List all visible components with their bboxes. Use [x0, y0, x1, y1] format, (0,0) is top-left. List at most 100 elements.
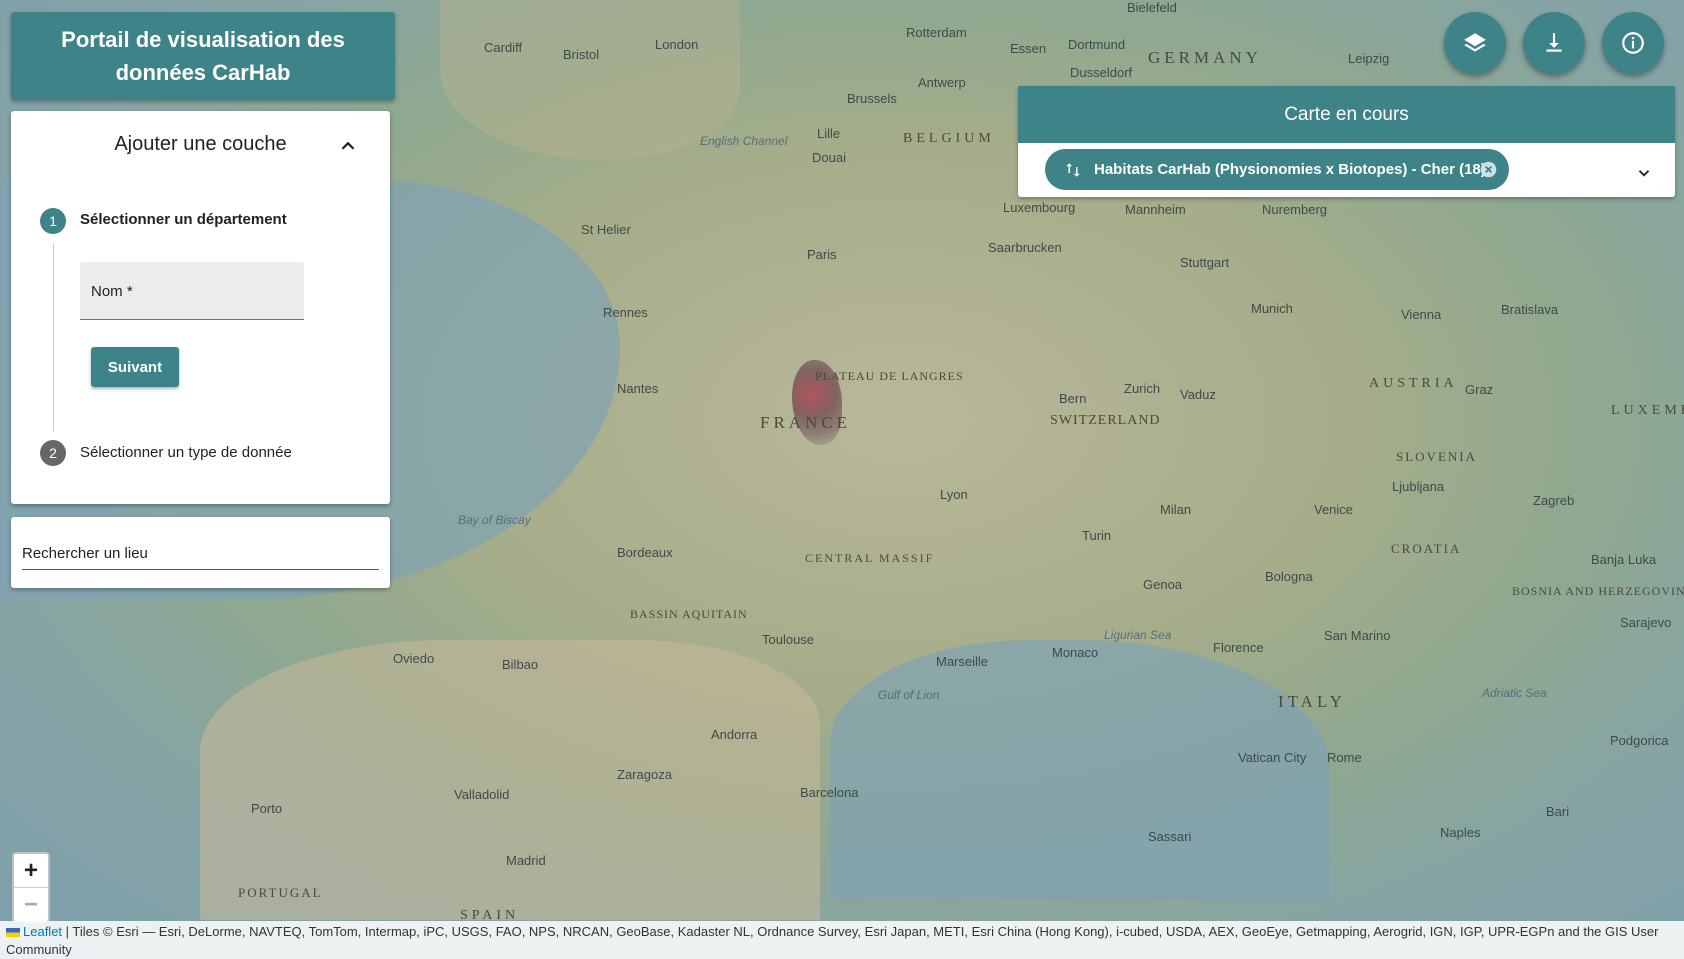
map-label-city: Andorra	[711, 727, 758, 742]
map-label-city: Rome	[1327, 750, 1362, 765]
map-label-country: FRANCE	[760, 413, 852, 432]
map-label-country: GERMANY	[1148, 48, 1262, 67]
map-label-country: ITALY	[1278, 692, 1346, 711]
map-label-country: BOSNIA AND HERZEGOVINA	[1512, 584, 1684, 598]
map-label-city: London	[655, 37, 699, 52]
mediterranean-sea	[830, 640, 1330, 900]
map-label-region: BASSIN AQUITAIN	[630, 607, 748, 621]
map-label-city: Sassari	[1148, 829, 1192, 844]
page-title: Portail de visualisation des données Car…	[11, 12, 395, 100]
step-1-label[interactable]: Sélectionner un département	[80, 211, 287, 228]
map-label-city: Leipzig	[1348, 51, 1390, 66]
map-label-city: Brussels	[847, 91, 897, 106]
map-label-city: Lyon	[940, 487, 968, 502]
map-label-city: Turin	[1082, 528, 1112, 543]
map-label-city: Toulouse	[762, 632, 815, 647]
layer-chip[interactable]: Habitats CarHab (Physionomies x Biotopes…	[1045, 149, 1509, 190]
info-icon	[1622, 32, 1644, 54]
chevron-down-icon[interactable]	[1635, 164, 1653, 182]
map-label-region: CENTRAL MASSIF	[805, 551, 935, 565]
map-label-city: Banja Luka	[1591, 552, 1657, 567]
layers-icon	[1464, 33, 1486, 52]
layers-button[interactable]	[1444, 12, 1506, 74]
map-label-city: Douai	[812, 150, 846, 165]
step-2-number: 2	[40, 440, 66, 466]
map-label-city: Saarbrucken	[988, 240, 1062, 255]
ukraine-flag-icon	[6, 928, 20, 938]
map-label-city: Bratislava	[1501, 302, 1559, 317]
map-label-city: Venice	[1314, 502, 1354, 517]
map-label-city: Bilbao	[502, 657, 539, 672]
leaflet-link[interactable]: Leaflet	[23, 924, 62, 939]
map-label-city: Bordeaux	[617, 545, 673, 560]
map-label-city: Nuremberg	[1262, 202, 1328, 217]
layer-chip-label: Habitats CarHab (Physionomies x Biotopes…	[1094, 161, 1486, 178]
place-search-input[interactable]: Rechercher un lieu	[22, 545, 379, 570]
map-label-city: Munich	[1251, 301, 1293, 316]
place-search-panel: Rechercher un lieu	[11, 517, 390, 588]
iberia-land	[200, 640, 820, 920]
map-label-city: Paris	[807, 247, 837, 262]
zoom-out-button[interactable]: −	[14, 888, 48, 921]
map-label-city: Porto	[251, 801, 283, 816]
map-label-city: Antwerp	[918, 75, 966, 90]
current-map-panel: Carte en cours Habitats CarHab (Physiono…	[1018, 86, 1675, 197]
map-label-city: Sarajevo	[1620, 615, 1672, 630]
reorder-icon[interactable]	[1064, 160, 1082, 180]
map-label-country: SLOVENIA	[1396, 449, 1477, 464]
download-icon	[1546, 33, 1562, 52]
map-label-city: Genoa	[1143, 577, 1183, 592]
map-label-city: Podgorica	[1610, 733, 1669, 748]
zoom-control: + −	[12, 852, 50, 923]
map-label-country: AUSTRIA	[1369, 376, 1458, 391]
add-layer-title[interactable]: Ajouter une couche	[11, 133, 390, 156]
remove-layer-icon[interactable]	[1480, 161, 1497, 178]
map-label-city: Oviedo	[393, 651, 435, 666]
map-label-sea: Adriatic Sea	[1482, 686, 1547, 700]
map-label-city: Stuttgart	[1180, 255, 1230, 270]
map-label-city: Luxembourg	[1003, 200, 1076, 215]
map-label-city: Milan	[1160, 502, 1192, 517]
map-label-city: Vaduz	[1180, 387, 1216, 402]
map-label-sea: English Channel	[700, 134, 788, 148]
map-label-city: Zagreb	[1533, 493, 1575, 508]
map-label-city: Dusseldorf	[1070, 65, 1133, 80]
current-map-title: Carte en cours	[1018, 86, 1675, 143]
next-button[interactable]: Suivant	[91, 347, 179, 387]
map-label-city: Naples	[1440, 825, 1481, 840]
map-label-city: Vienna	[1401, 307, 1442, 322]
map-label-city: Zaragoza	[617, 767, 672, 782]
map-label-country: CROATIA	[1391, 541, 1462, 556]
map-label-sea: Bay of Biscay	[458, 513, 531, 527]
map-label-city: St Helier	[581, 222, 631, 237]
map-label-sea: Gulf of Lion	[878, 688, 940, 702]
map-label-city: Barcelona	[800, 785, 859, 800]
map-label-city: Zurich	[1124, 381, 1161, 396]
map-label-city: Rotterdam	[906, 25, 967, 40]
add-layer-panel: Ajouter une couche 1 Sélectionner un dép…	[11, 111, 390, 504]
stepper-connector	[53, 243, 54, 431]
step-2-label[interactable]: Sélectionner un type de donnée	[80, 444, 292, 461]
map-label-city: Marseille	[936, 654, 989, 669]
uk-land	[440, 0, 740, 160]
map-label-city: Ljubljana	[1392, 479, 1445, 494]
download-button[interactable]	[1523, 12, 1585, 74]
chevron-up-icon[interactable]	[337, 135, 359, 157]
map-label-city: Valladolid	[454, 787, 510, 802]
zoom-in-button[interactable]: +	[14, 854, 48, 888]
attribution-text: | Tiles © Esri — Esri, DeLorme, NAVTEQ, …	[6, 924, 1659, 957]
map-label-city: Graz	[1465, 382, 1494, 397]
map-label-city: Mannheim	[1125, 202, 1186, 217]
map-label-city: Florence	[1213, 640, 1264, 655]
map-label-city: Dortmund	[1068, 37, 1126, 52]
map-label-city: Rennes	[603, 305, 648, 320]
map-label-city: San Marino	[1324, 628, 1391, 643]
map-label-country: LUXEMBOURG	[1611, 403, 1684, 418]
map-label-country: SWITZERLAND	[1050, 413, 1161, 428]
department-name-field[interactable]: Nom *	[80, 262, 304, 320]
info-button[interactable]	[1602, 12, 1664, 74]
step-1-number: 1	[40, 208, 66, 234]
map-label-city: Bari	[1546, 804, 1570, 819]
map-label-city: Bologna	[1265, 569, 1313, 584]
map-label-city: Bielefeld	[1127, 0, 1177, 15]
